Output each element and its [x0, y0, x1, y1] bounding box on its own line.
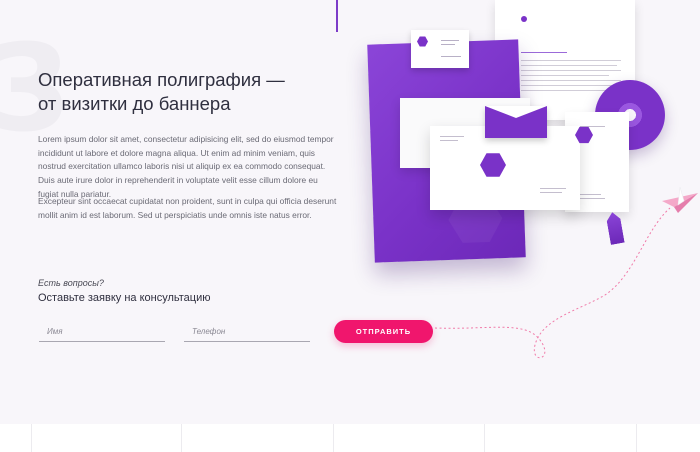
small-envelope [485, 106, 547, 138]
column-divider [484, 424, 485, 452]
name-input[interactable] [39, 322, 165, 342]
hero-title-line-1: Оперативная полиграфия — [38, 69, 285, 90]
hero-paragraph-1: Lorem ipsum dolor sit amet, consectetur … [38, 134, 334, 199]
hero-paragraph-2: Excepteur sint occaecat cupidatat non pr… [38, 196, 337, 220]
column-divider [333, 424, 334, 452]
hexagon-logo-icon [417, 36, 428, 47]
column-divider [636, 424, 637, 452]
page: 3 Оперативная полиграфия — от визитки до… [0, 0, 700, 452]
column-divider [31, 424, 32, 452]
phone-input[interactable] [184, 322, 310, 342]
hero-title: Оперативная полиграфия — от визитки до б… [38, 68, 338, 116]
questions-label: Есть вопросы? [38, 278, 104, 288]
top-accent-line [336, 0, 338, 32]
hero-title-line-2: от визитки до баннера [38, 93, 231, 114]
letterhead-logo-dot [521, 16, 527, 22]
hexagon-logo-icon [480, 153, 506, 177]
bottom-section-band [0, 424, 700, 452]
dashed-trail-decoration [434, 207, 671, 359]
envelope-front [430, 126, 580, 210]
consultation-heading: Оставьте заявку на консультацию [38, 292, 211, 304]
business-card [411, 30, 469, 68]
submit-button[interactable]: ОТПРАВИТЬ [334, 320, 433, 343]
paper-plane-icon [662, 186, 698, 213]
column-divider [181, 424, 182, 452]
